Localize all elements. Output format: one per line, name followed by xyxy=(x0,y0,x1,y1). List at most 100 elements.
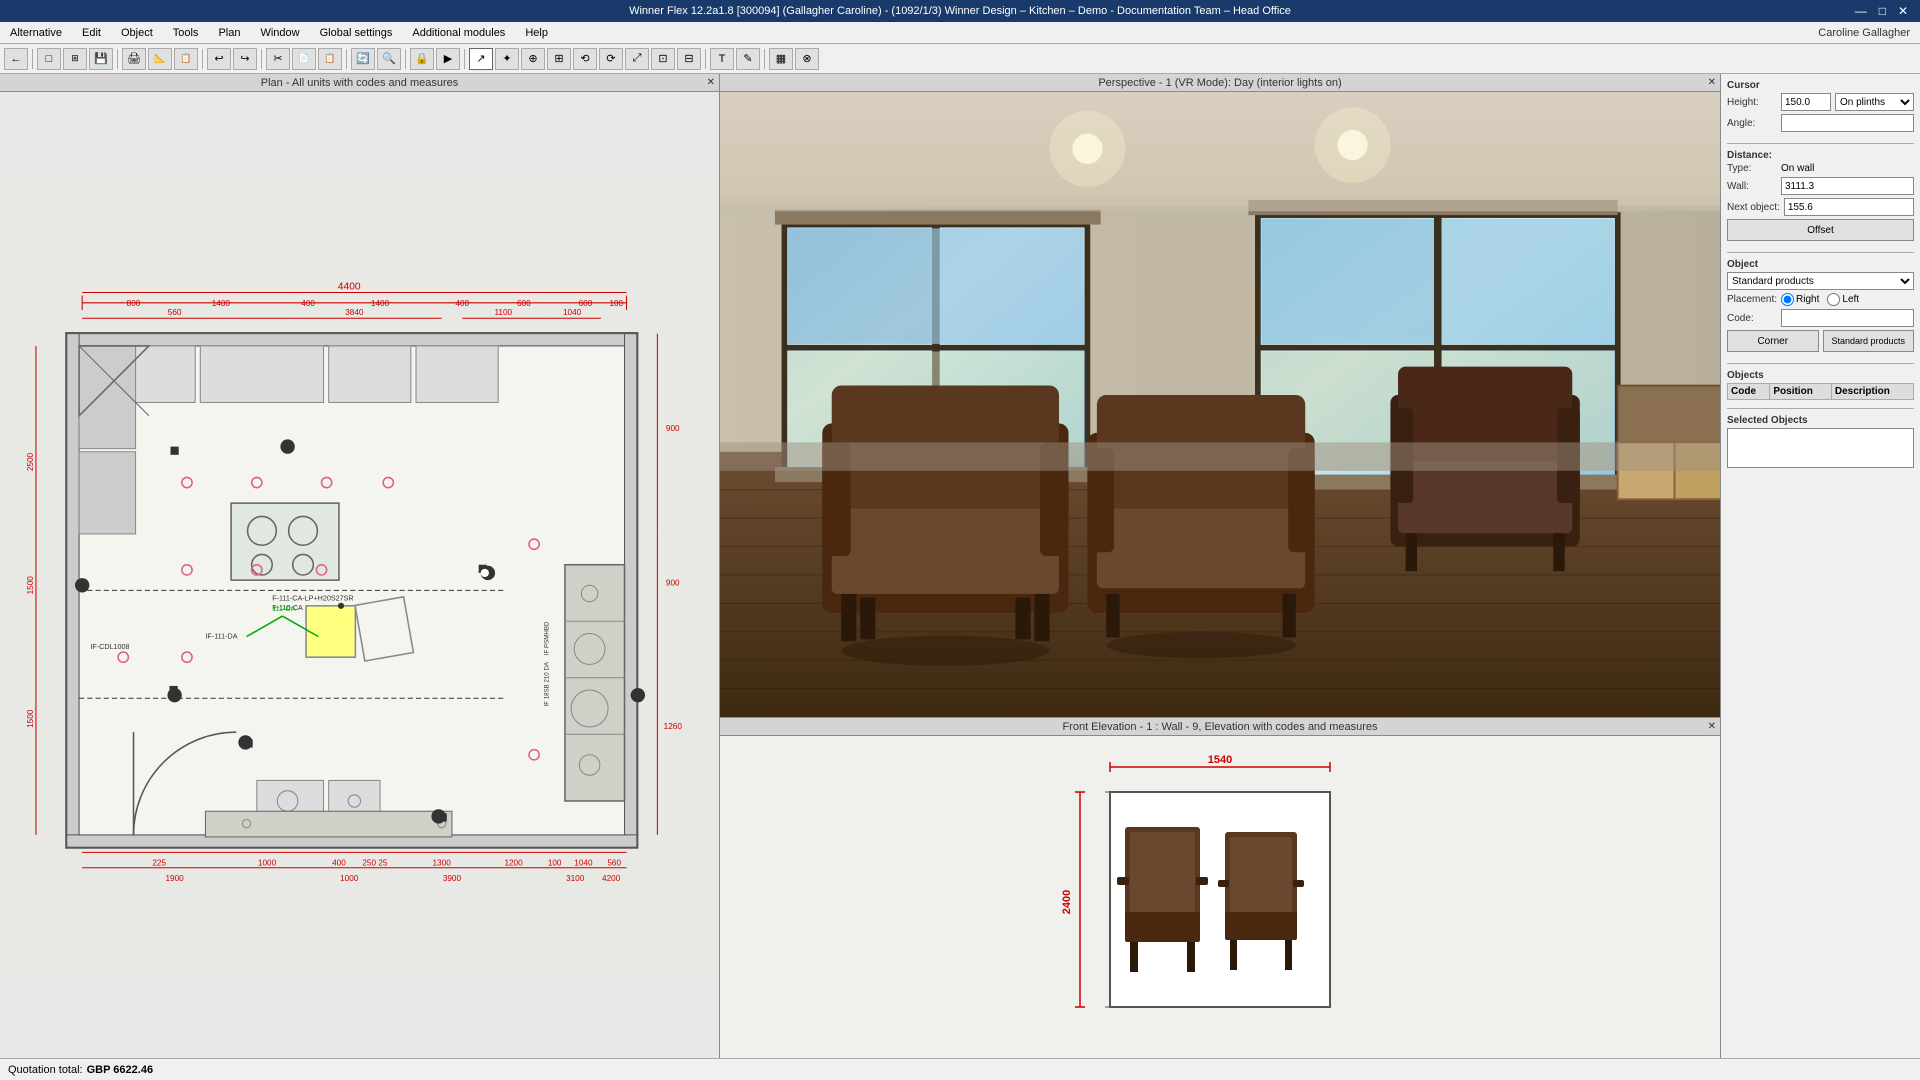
right-sidebar: Cursor Height: On plinths Angle: Distanc… xyxy=(1720,74,1920,1058)
svg-text:1000: 1000 xyxy=(258,859,277,868)
menu-alternative[interactable]: Alternative xyxy=(0,25,72,41)
open-btn[interactable]: ⊞ xyxy=(63,48,87,70)
placement-right-option[interactable]: Right xyxy=(1781,293,1819,306)
menu-help[interactable]: Help xyxy=(515,25,558,41)
paste-btn[interactable]: 📋 xyxy=(318,48,342,70)
object-select-row: Standard products xyxy=(1727,272,1914,290)
snap-btn[interactable]: ⊗ xyxy=(795,48,819,70)
menu-tools[interactable]: Tools xyxy=(163,25,209,41)
play-btn[interactable]: ▶ xyxy=(436,48,460,70)
select-btn[interactable]: ↗ xyxy=(469,48,493,70)
main-area: Plan - All units with codes and measures… xyxy=(0,74,1920,1058)
grid-btn[interactable]: ▦ xyxy=(769,48,793,70)
print3-btn[interactable]: 📋 xyxy=(174,48,198,70)
svg-text:F-111-CA-LP+H20S27SR: F-111-CA-LP+H20S27SR xyxy=(272,594,353,603)
tool7-btn[interactable]: ⊡ xyxy=(651,48,675,70)
corner-btn[interactable]: Corner xyxy=(1727,330,1819,352)
plan-content[interactable]: 4400 800 1400 400 1400 400 600 600 100 5… xyxy=(0,92,719,1058)
tool5-btn[interactable]: ⟳ xyxy=(599,48,623,70)
elevation-content[interactable]: 1540 2400 xyxy=(720,736,1720,1058)
svg-text:IF-111-DA: IF-111-DA xyxy=(205,632,237,641)
save-btn[interactable]: 💾 xyxy=(89,48,113,70)
redo-btn[interactable]: ↪ xyxy=(233,48,257,70)
cursor-angle-label: Angle: xyxy=(1727,118,1777,129)
distance-next-input[interactable] xyxy=(1784,198,1914,216)
svg-text:1040: 1040 xyxy=(563,308,582,317)
tool1-btn[interactable]: ✦ xyxy=(495,48,519,70)
code-label: Code: xyxy=(1727,313,1777,324)
tool4-btn[interactable]: ⟲ xyxy=(573,48,597,70)
tool8-btn[interactable]: ⊟ xyxy=(677,48,701,70)
text-btn[interactable]: T xyxy=(710,48,734,70)
elevation-svg: 1540 2400 xyxy=(950,737,1490,1057)
cut-btn[interactable]: ✂ xyxy=(266,48,290,70)
placement-radio-group: Right Left xyxy=(1781,293,1859,306)
maximize-btn[interactable]: □ xyxy=(1875,4,1890,18)
new-btn[interactable]: □ xyxy=(37,48,61,70)
undo-btn[interactable]: ↩ xyxy=(207,48,231,70)
plan-title: Plan - All units with codes and measures xyxy=(261,77,459,89)
svg-text:900: 900 xyxy=(666,578,680,587)
close-btn[interactable]: ✕ xyxy=(1894,4,1912,18)
object-section-label: Object xyxy=(1727,259,1914,270)
elevation-close-btn[interactable]: ✕ xyxy=(1708,721,1716,732)
code-row: Code: xyxy=(1727,309,1914,327)
distance-wall-input[interactable] xyxy=(1781,177,1914,195)
menu-additional-modules[interactable]: Additional modules xyxy=(402,25,515,41)
action-btns-row: Corner Standard products xyxy=(1727,330,1914,352)
offset-btn[interactable]: Offset xyxy=(1727,219,1914,241)
toolbar: ← □ ⊞ 💾 🖨 📐 📋 ↩ ↪ ✂ 📄 📋 🔄 🔍 🔒 ▶ ↗ ✦ ⊕ ⊞ … xyxy=(0,44,1920,74)
print-btn[interactable]: 🖨 xyxy=(122,48,146,70)
svg-text:2400: 2400 xyxy=(1061,890,1073,914)
objects-section-label: Objects xyxy=(1727,370,1914,381)
perspective-panel: Perspective - 1 (VR Mode): Day (interior… xyxy=(720,74,1720,718)
svg-text:400: 400 xyxy=(332,859,346,868)
svg-text:IF PSMHBD: IF PSMHBD xyxy=(543,621,550,655)
standard-products-btn[interactable]: Standard products xyxy=(1823,330,1915,352)
svg-text:4400: 4400 xyxy=(338,281,361,292)
draw-btn[interactable]: ✎ xyxy=(736,48,760,70)
title-text: Winner Flex 12.2a1.8 [300094] (Gallagher… xyxy=(629,5,1291,17)
cursor-angle-input[interactable] xyxy=(1781,114,1914,132)
plan-close-btn[interactable]: ✕ xyxy=(707,77,715,88)
zoom-btn[interactable]: 🔍 xyxy=(377,48,401,70)
perspective-close-btn[interactable]: ✕ xyxy=(1708,77,1716,88)
cursor-height-input[interactable] xyxy=(1781,93,1831,111)
right-panels: Perspective - 1 (VR Mode): Day (interior… xyxy=(720,74,1920,1058)
tool3-btn[interactable]: ⊞ xyxy=(547,48,571,70)
svg-text:3840: 3840 xyxy=(345,308,364,317)
copy-btn[interactable]: 📄 xyxy=(292,48,316,70)
back-btn[interactable]: ← xyxy=(4,48,28,70)
distance-section: Distance: Type: On wall Wall: Next objec… xyxy=(1727,150,1914,244)
print2-btn[interactable]: 📐 xyxy=(148,48,172,70)
placement-left-option[interactable]: Left xyxy=(1827,293,1859,306)
distance-section-label: Distance: xyxy=(1727,150,1914,161)
tool6-btn[interactable]: ⤢ xyxy=(625,48,649,70)
plan-svg[interactable]: 4400 800 1400 400 1400 400 600 600 100 5… xyxy=(0,92,719,1058)
perspective-3d-view[interactable] xyxy=(720,92,1720,717)
perspective-title-bar: Perspective - 1 (VR Mode): Day (interior… xyxy=(720,74,1720,92)
refresh-btn[interactable]: 🔄 xyxy=(351,48,375,70)
minimize-btn[interactable]: — xyxy=(1851,4,1871,18)
title-bar: Winner Flex 12.2a1.8 [300094] (Gallagher… xyxy=(0,0,1920,22)
cursor-height-label: Height: xyxy=(1727,97,1777,108)
svg-text:800: 800 xyxy=(127,299,141,308)
menu-global-settings[interactable]: Global settings xyxy=(310,25,403,41)
user-label: Caroline Gallagher xyxy=(1808,25,1920,41)
title-bar-controls[interactable]: — □ ✕ xyxy=(1851,4,1912,18)
svg-text:560: 560 xyxy=(168,308,182,317)
distance-type-label: Type: xyxy=(1727,163,1777,174)
menu-plan[interactable]: Plan xyxy=(208,25,250,41)
cursor-height-dropdown[interactable]: On plinths xyxy=(1835,93,1914,111)
code-input[interactable] xyxy=(1781,309,1914,327)
offset-btn-row: Offset xyxy=(1727,219,1914,241)
menu-window[interactable]: Window xyxy=(250,25,309,41)
tool2-btn[interactable]: ⊕ xyxy=(521,48,545,70)
distance-wall-label: Wall: xyxy=(1727,181,1777,192)
menu-object[interactable]: Object xyxy=(111,25,163,41)
object-type-select[interactable]: Standard products xyxy=(1727,272,1914,290)
lock-btn[interactable]: 🔒 xyxy=(410,48,434,70)
svg-text:600: 600 xyxy=(579,299,593,308)
svg-text:1400: 1400 xyxy=(371,299,390,308)
menu-edit[interactable]: Edit xyxy=(72,25,111,41)
